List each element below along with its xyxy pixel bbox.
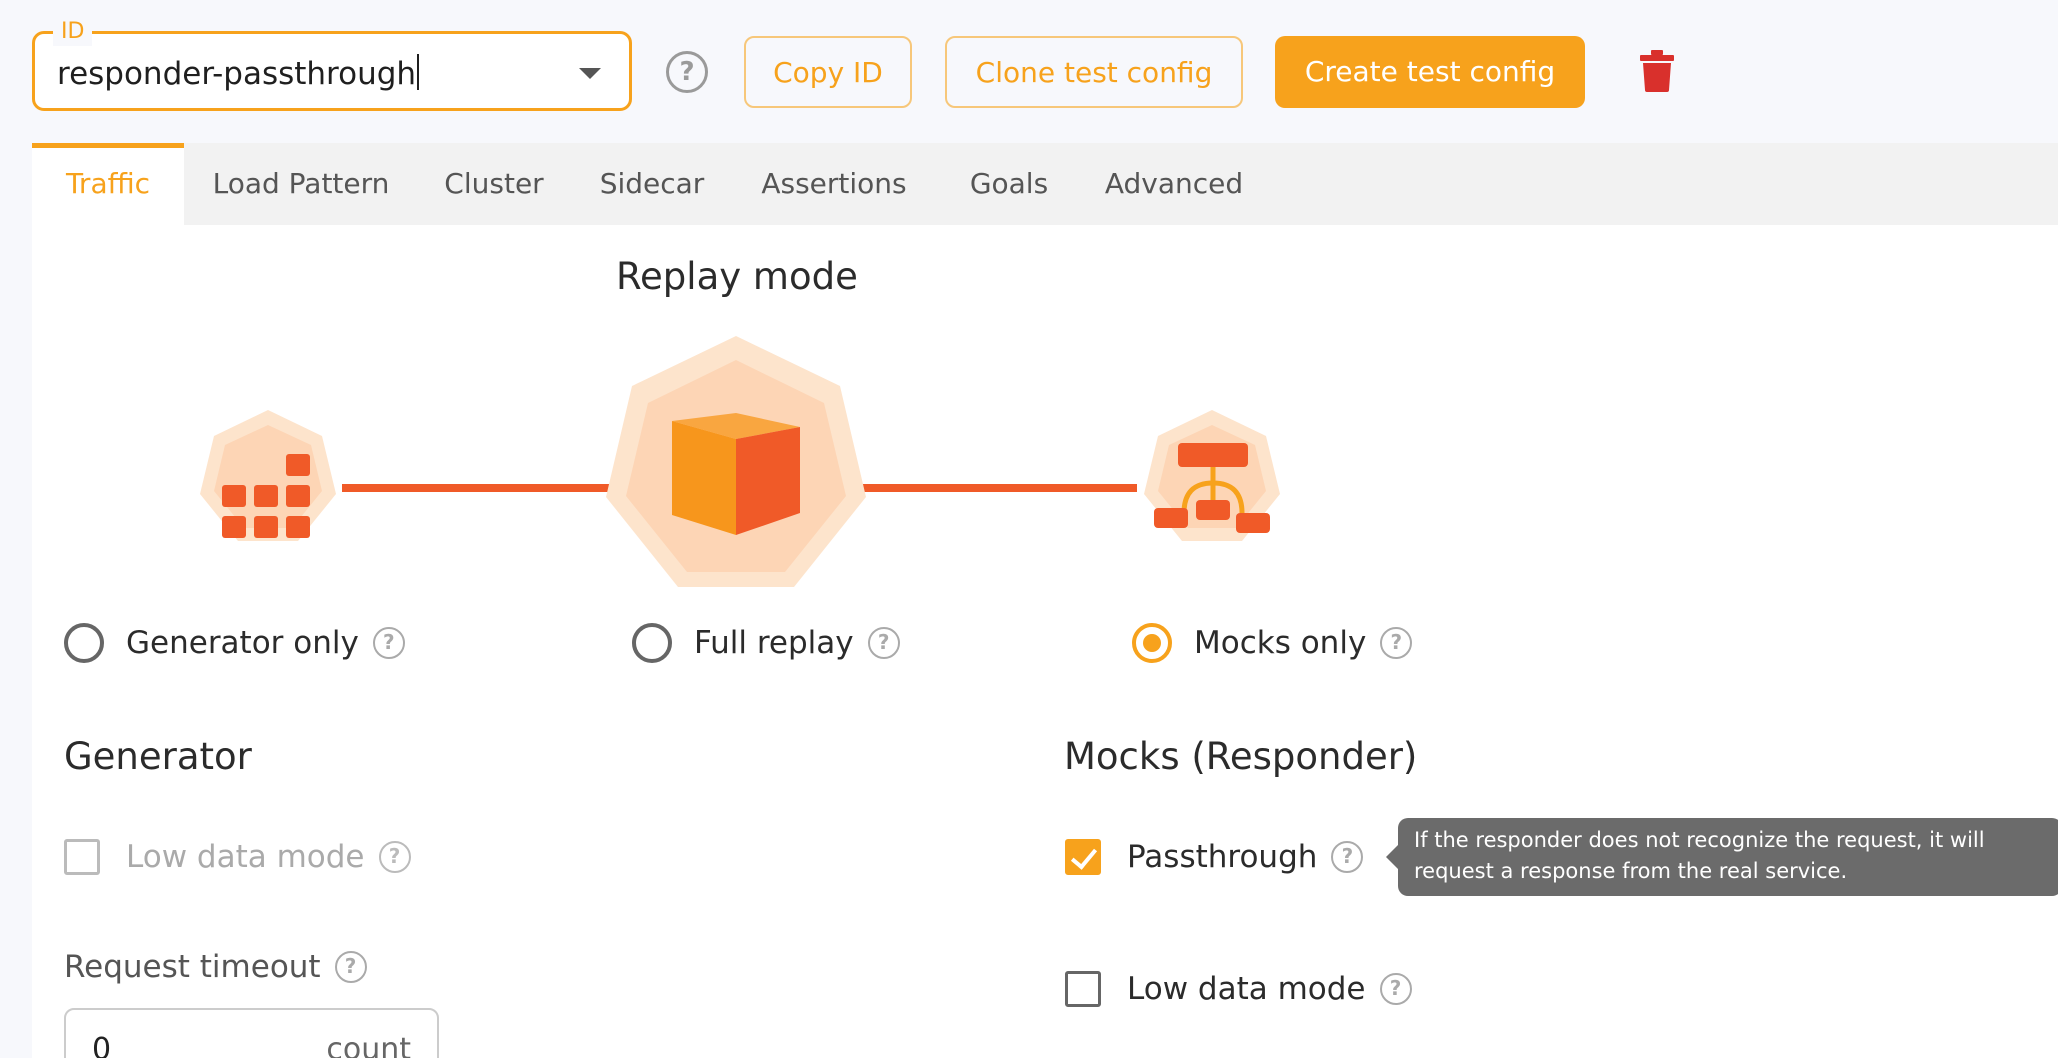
traffic-panel: Replay mode Generator only ? Full replay… [32,225,2058,1058]
hierarchy-icon [1144,410,1280,541]
copy-id-button[interactable]: Copy ID [744,36,912,108]
generator-low-data-mode[interactable]: Low data mode ? [64,835,411,879]
checkbox-label: Low data mode [126,839,365,875]
radio-label: Generator only [126,625,359,661]
mocks-passthrough[interactable]: Passthrough ? [1065,835,1364,879]
id-field-label: ID [53,18,93,46]
mocks-section-title: Mocks (Responder) [1064,735,1418,778]
tab-bar: Traffic Load Pattern Cluster Sidecar Ass… [32,143,2058,225]
text-caret [417,54,420,90]
request-timeout-unit: count [326,1032,411,1058]
tab-cluster[interactable]: Cluster [418,143,570,225]
question-circle-icon[interactable]: ? [867,627,900,659]
radio-full-replay[interactable]: Full replay ? [632,618,900,668]
question-circle-icon[interactable]: ? [372,627,405,659]
tab-advanced[interactable]: Advanced [1084,143,1264,225]
tab-traffic[interactable]: Traffic [32,143,184,225]
chevron-down-icon[interactable] [579,68,601,79]
clone-test-config-button[interactable]: Clone test config [945,36,1243,108]
question-circle-icon[interactable]: ? [1380,627,1413,659]
tab-sidecar[interactable]: Sidecar [570,143,734,225]
id-field[interactable]: ID responder-passthrough [32,18,632,111]
tab-load-pattern[interactable]: Load Pattern [184,143,418,225]
id-field-value[interactable]: responder-passthrough [57,54,420,92]
radio-button[interactable] [64,623,104,663]
radio-button[interactable] [632,623,672,663]
radio-mocks-only[interactable]: Mocks only ? [1132,618,1413,668]
radio-generator-only[interactable]: Generator only ? [64,618,405,668]
request-timeout-value[interactable]: 0 [92,1032,111,1058]
question-circle-icon[interactable]: ? [1331,841,1364,873]
mocks-low-data-mode[interactable]: Low data mode ? [1065,967,1412,1011]
cube-icon [606,336,866,587]
question-circle-icon[interactable]: ? [1379,973,1412,1005]
generator-section-title: Generator [64,735,252,778]
tab-goals[interactable]: Goals [934,143,1084,225]
checkbox-label: Passthrough [1127,839,1318,875]
radio-button-selected[interactable] [1132,623,1172,663]
passthrough-tooltip: If the responder does not recognize the … [1386,818,2058,896]
checkbox-checked[interactable] [1065,839,1101,875]
question-circle-icon[interactable]: ? [666,51,708,93]
radio-label: Full replay [694,625,854,661]
question-circle-icon[interactable]: ? [334,951,367,983]
request-timeout-input[interactable]: 0 count [64,1008,439,1058]
radio-label: Mocks only [1194,625,1367,661]
checkbox[interactable] [64,839,100,875]
checkbox-label: Low data mode [1127,971,1366,1007]
grid-blocks-icon [200,410,336,541]
trash-icon[interactable] [1640,50,1674,92]
request-timeout-label: Request timeout ? [64,949,367,985]
question-circle-icon[interactable]: ? [378,841,411,873]
tab-assertions[interactable]: Assertions [734,143,934,225]
create-test-config-button[interactable]: Create test config [1275,36,1585,108]
checkbox[interactable] [1065,971,1101,1007]
